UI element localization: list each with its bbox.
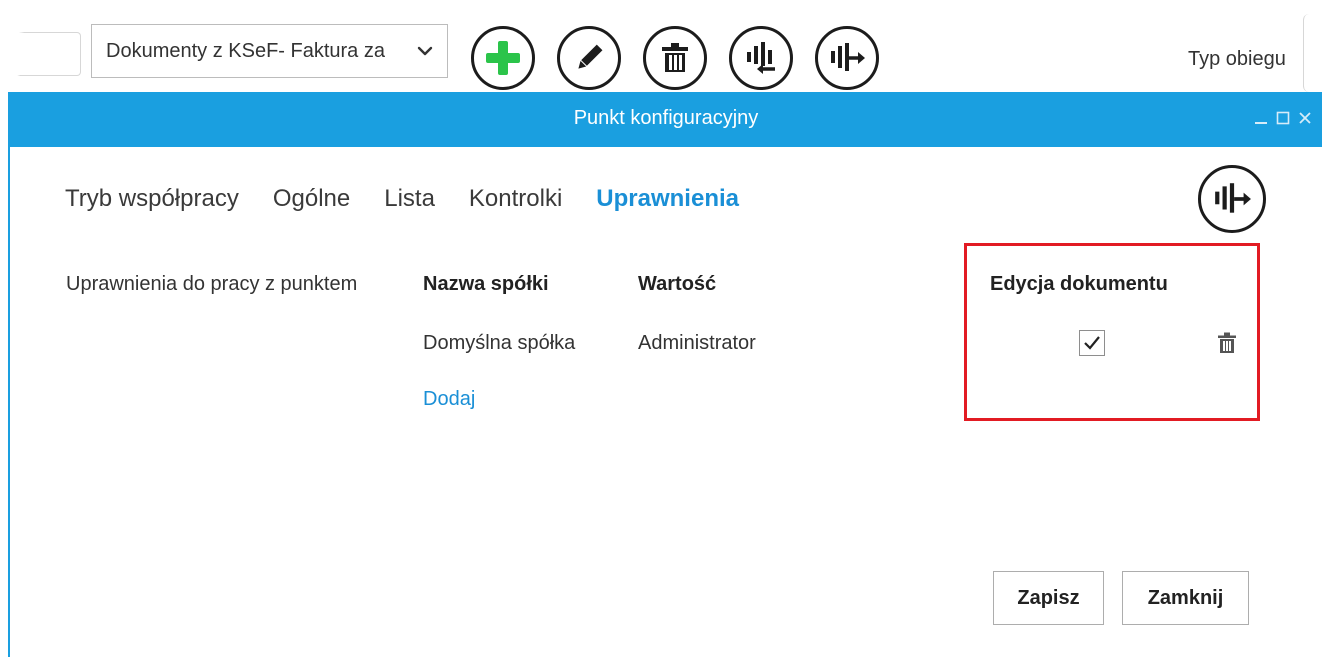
- row-value: Administrator: [638, 332, 756, 354]
- column-header-edit-document: Edycja dokumentu: [990, 273, 1168, 295]
- add-permission-link[interactable]: Dodaj: [423, 388, 475, 411]
- export-icon: [1215, 183, 1251, 213]
- dialog-tabs: Tryb współpracy Ogólne Lista Kontrolki U…: [65, 185, 739, 213]
- close-button[interactable]: [1298, 111, 1312, 125]
- partial-control-right: [1303, 14, 1322, 92]
- column-header-value: Wartość: [638, 273, 717, 295]
- export-button[interactable]: [815, 26, 879, 90]
- checkmark-icon: [1084, 336, 1100, 350]
- delete-row-icon[interactable]: [1217, 332, 1237, 354]
- trash-icon: [662, 43, 688, 72]
- plus-icon: [486, 41, 520, 75]
- chevron-down-icon: [417, 46, 433, 56]
- edit-document-checkbox[interactable]: [1079, 330, 1105, 356]
- minimize-icon: [1255, 122, 1267, 124]
- row-company: Domyślna spółka: [423, 332, 576, 354]
- window-controls: [1254, 111, 1312, 125]
- document-type-select-value: Dokumenty z KSeF- Faktura za: [106, 39, 385, 62]
- column-header-company: Nazwa spółki: [423, 273, 549, 295]
- delete-button[interactable]: [643, 26, 707, 90]
- highlight-box: [964, 243, 1260, 421]
- configuration-dialog: Punkt konfiguracyjny Tryb współpracy Ogó…: [8, 92, 1322, 657]
- partial-control-left: [0, 32, 81, 76]
- maximize-icon: [1276, 111, 1290, 125]
- flow-type-label: Typ obiegu: [1188, 48, 1286, 70]
- export-icon: [831, 43, 865, 71]
- tab-list[interactable]: Lista: [384, 185, 435, 213]
- edit-button[interactable]: [557, 26, 621, 90]
- tab-controls[interactable]: Kontrolki: [469, 185, 562, 213]
- add-button[interactable]: [471, 26, 535, 90]
- pencil-icon: [578, 44, 603, 69]
- tab-general[interactable]: Ogólne: [273, 185, 350, 213]
- import-button[interactable]: [729, 26, 793, 90]
- dialog-titlebar: Punkt konfiguracyjny: [10, 92, 1322, 147]
- top-toolbar: Dokumenty z KSeF- Faktura za Typ obiegu: [0, 0, 1322, 92]
- dialog-title: Punkt konfiguracyjny: [573, 107, 759, 129]
- save-button[interactable]: Zapisz: [993, 571, 1104, 625]
- close-icon: [1299, 112, 1311, 124]
- close-dialog-button[interactable]: Zamknij: [1122, 571, 1249, 625]
- maximize-button[interactable]: [1276, 111, 1290, 125]
- minimize-button[interactable]: [1254, 111, 1268, 125]
- tab-permissions[interactable]: Uprawnienia: [596, 185, 739, 213]
- tab-cooperation-mode[interactable]: Tryb współpracy: [65, 185, 239, 213]
- import-icon: [747, 42, 775, 74]
- permissions-section-label: Uprawnienia do pracy z punktem: [66, 273, 358, 295]
- document-type-select[interactable]: Dokumenty z KSeF- Faktura za: [91, 24, 448, 78]
- dialog-export-button[interactable]: [1198, 165, 1266, 233]
